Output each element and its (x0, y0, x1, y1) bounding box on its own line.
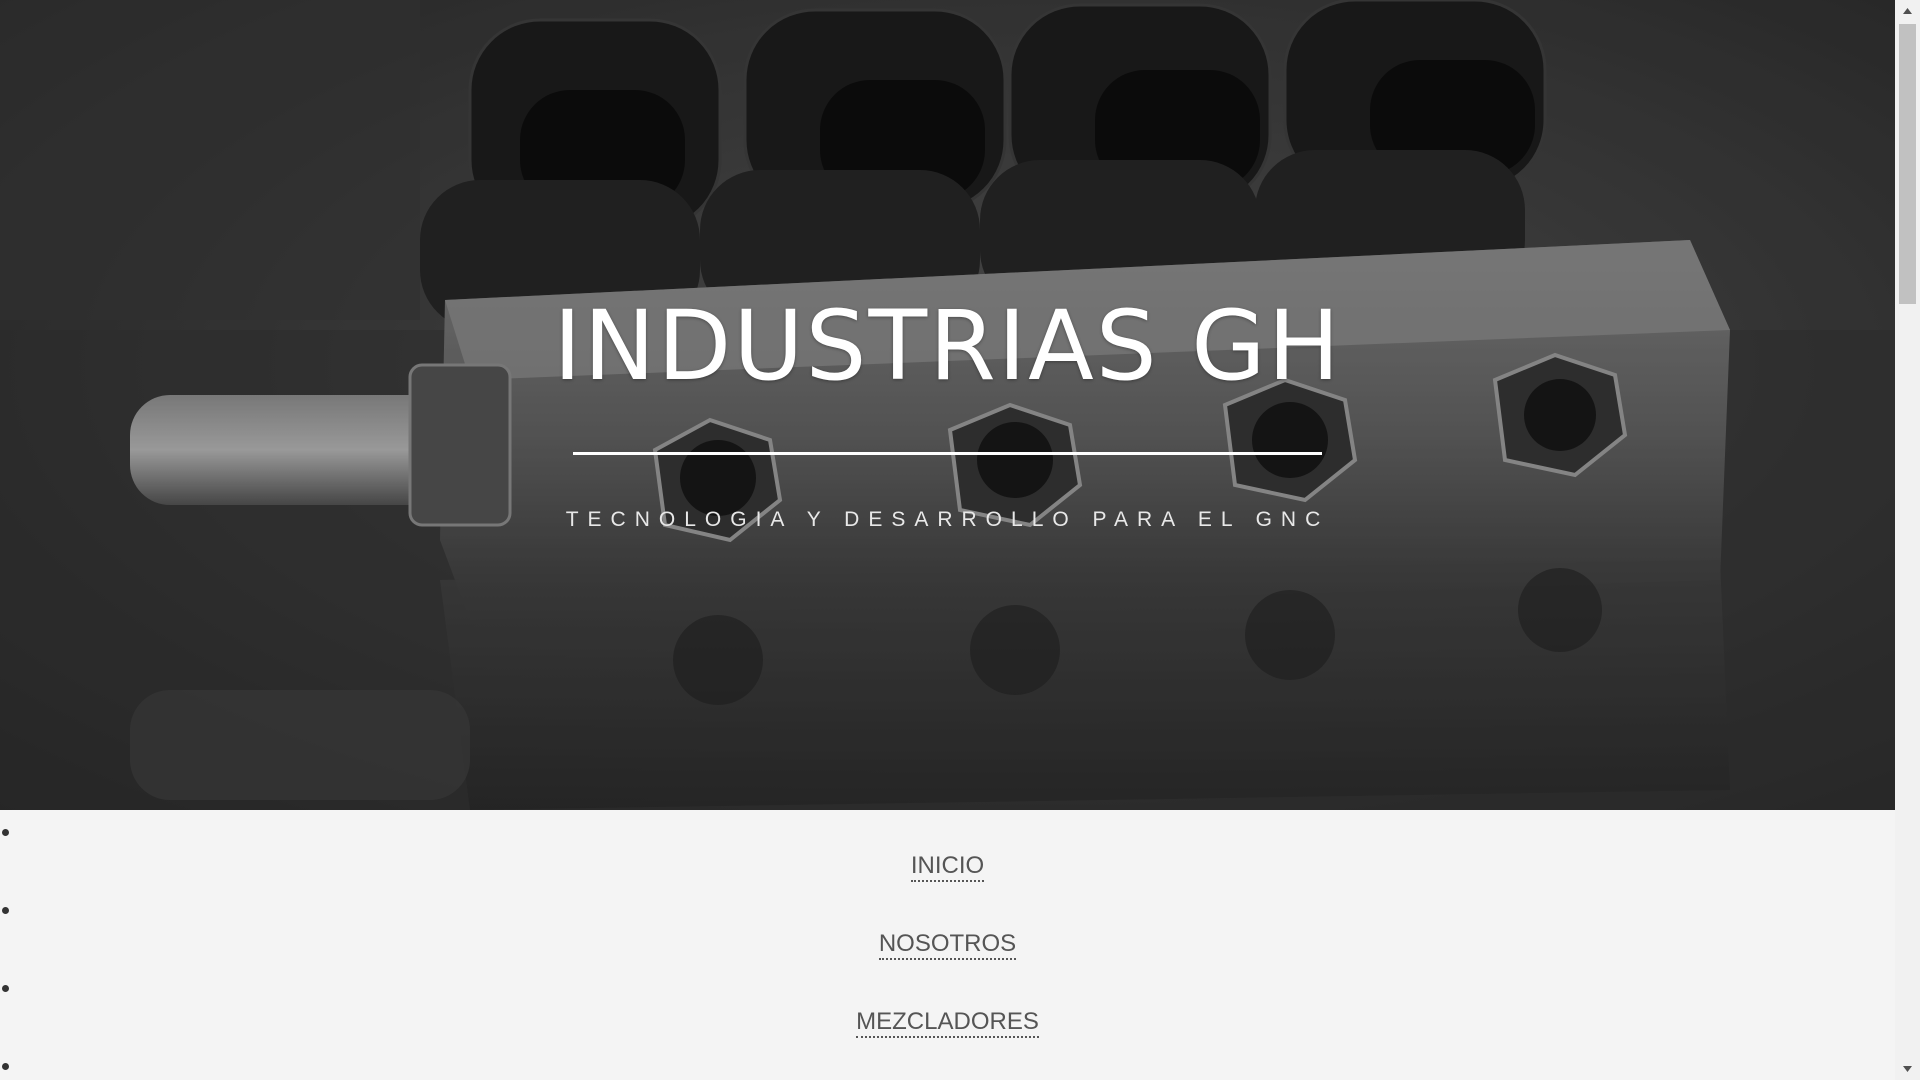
nav-link-nosotros[interactable]: NOSOTROS (878, 930, 1017, 960)
scrollbar-thumb[interactable] (1899, 24, 1916, 304)
nav-item-nosotros: NOSOTROS (0, 888, 1895, 966)
nav-link-mezcladores[interactable]: MEZCLADORES (856, 1008, 1039, 1038)
list-bullet (2, 829, 9, 836)
nav-item-next (0, 1044, 1895, 1080)
hero-banner: INDUSTRIAS GH TECNOLOGIA Y DESARROLLO PA… (0, 0, 1895, 810)
nav-link-inicio[interactable]: INICIO (910, 852, 985, 882)
vertical-scrollbar[interactable] (1895, 0, 1920, 1080)
main-navigation: INICIO NOSOTROS MEZCLADORES (0, 810, 1895, 1080)
hero-background-image (0, 0, 1895, 810)
site-title: INDUSTRIAS GH (553, 290, 1342, 402)
nav-item-inicio: INICIO (0, 810, 1895, 888)
triangle-up-icon[interactable] (1895, 0, 1920, 22)
page: INDUSTRIAS GH TECNOLOGIA Y DESARROLLO PA… (0, 0, 1895, 1080)
title-divider (573, 452, 1322, 455)
list-bullet (2, 907, 9, 914)
list-bullet (2, 985, 9, 992)
site-tagline: TECNOLOGIA Y DESARROLLO PARA EL GNC (565, 508, 1330, 531)
triangle-down-icon[interactable] (1895, 1058, 1920, 1080)
nav-item-mezcladores: MEZCLADORES (0, 966, 1895, 1044)
list-bullet (2, 1063, 9, 1070)
